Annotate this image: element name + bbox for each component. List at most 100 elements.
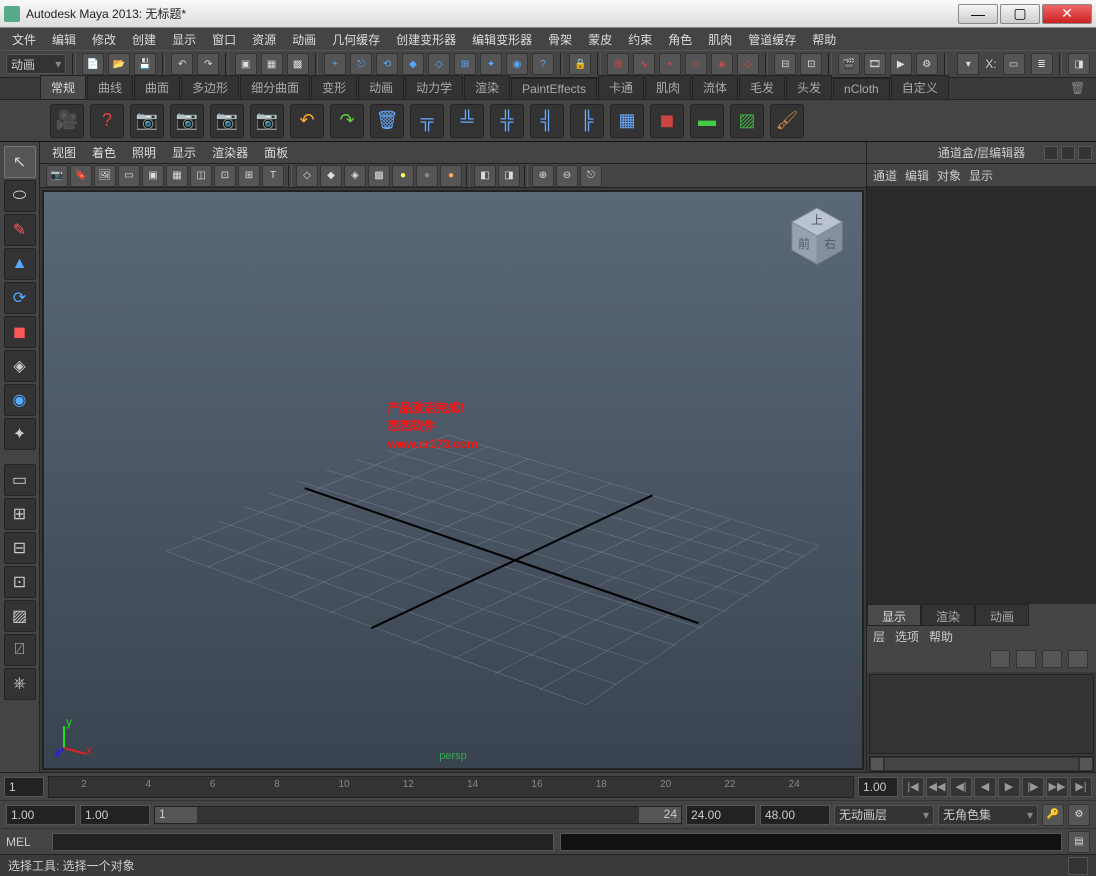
shelf-delete-icon[interactable]: 🗑 bbox=[370, 104, 404, 138]
shelf-cam1-icon[interactable]: 📷 bbox=[130, 104, 164, 138]
open-scene-icon[interactable]: 📂 bbox=[108, 53, 130, 75]
pb-iso-icon[interactable]: ◧ bbox=[474, 165, 496, 187]
prefs-icon[interactable]: ⚙ bbox=[1068, 804, 1090, 826]
menu-constrain[interactable]: 约束 bbox=[622, 29, 658, 50]
menu-animate[interactable]: 动画 bbox=[286, 29, 322, 50]
mask-2-icon[interactable]: ⎋ bbox=[350, 53, 372, 75]
select-comp-icon[interactable]: ▩ bbox=[287, 53, 309, 75]
show-manip-tool[interactable]: ✦ bbox=[4, 418, 36, 450]
shelf-tab-muscle[interactable]: 肌肉 bbox=[645, 75, 691, 99]
rotate-tool[interactable]: ⟳ bbox=[4, 282, 36, 314]
panel-toggle-icon[interactable]: ◨ bbox=[1068, 53, 1090, 75]
menu-skeleton[interactable]: 骨架 bbox=[542, 29, 578, 50]
shelf-trash-icon[interactable]: 🗑 bbox=[1070, 81, 1090, 99]
pb-vp2-icon[interactable]: ⊖ bbox=[556, 165, 578, 187]
layer-menu-help[interactable]: 帮助 bbox=[929, 628, 953, 645]
panel-renderer[interactable]: 渲染器 bbox=[206, 142, 254, 163]
render-frame-icon[interactable]: 🎞 bbox=[864, 53, 886, 75]
pb-xray-icon[interactable]: ◨ bbox=[498, 165, 520, 187]
next-frame-button[interactable]: |▶ bbox=[1022, 777, 1044, 797]
playback-start-field[interactable]: 1.00 bbox=[80, 805, 150, 825]
menu-file[interactable]: 文件 bbox=[6, 29, 42, 50]
shelf-cam4-icon[interactable]: 📷 bbox=[250, 104, 284, 138]
save-scene-icon[interactable]: 💾 bbox=[134, 53, 156, 75]
list-icon[interactable]: ≣ bbox=[1031, 53, 1053, 75]
panel-lighting[interactable]: 照明 bbox=[126, 142, 162, 163]
shelf-tab-subdiv[interactable]: 细分曲面 bbox=[240, 75, 310, 99]
mask-3-icon[interactable]: ⟲ bbox=[376, 53, 398, 75]
shelf-undo-icon[interactable]: ↶ bbox=[290, 104, 324, 138]
mask-5-icon[interactable]: ◇ bbox=[428, 53, 450, 75]
anim-layer-combo[interactable]: 无动画层 bbox=[834, 805, 934, 825]
layout-four-icon[interactable]: ⊞ bbox=[4, 498, 36, 530]
shelf-tab-polygons[interactable]: 多边形 bbox=[181, 75, 239, 99]
snap-grid-icon[interactable]: ⊞ bbox=[607, 53, 629, 75]
rp-icon3[interactable] bbox=[1078, 146, 1092, 160]
layout-script-icon[interactable]: ⎈ bbox=[4, 668, 36, 700]
history-on-icon[interactable]: ⊟ bbox=[774, 53, 796, 75]
snap-live-icon[interactable]: ◈ bbox=[711, 53, 733, 75]
layout-outliner-icon[interactable]: ⊡ bbox=[4, 566, 36, 598]
anim-end-field[interactable]: 48.00 bbox=[760, 805, 830, 825]
input-mode-icon[interactable]: ▾ bbox=[957, 53, 979, 75]
menu-skin[interactable]: 蒙皮 bbox=[582, 29, 618, 50]
menu-assets[interactable]: 资源 bbox=[246, 29, 282, 50]
pb-bookmark-icon[interactable]: 🔖 bbox=[70, 165, 92, 187]
pb-safe-icon[interactable]: ⊡ bbox=[214, 165, 236, 187]
perspective-viewport[interactable]: 上 前 右 产品激活完成！ 西西软件 www.cr173.com y x z p… bbox=[42, 190, 864, 770]
snap-curve-icon[interactable]: ∿ bbox=[633, 53, 655, 75]
anim-start-field[interactable]: 1.00 bbox=[6, 805, 76, 825]
pb-img-icon[interactable]: 🖼 bbox=[94, 165, 116, 187]
panel-shading[interactable]: 着色 bbox=[86, 142, 122, 163]
minimize-button[interactable]: — bbox=[958, 4, 998, 24]
snap-point-icon[interactable]: • bbox=[659, 53, 681, 75]
shelf-tab-custom[interactable]: 自定义 bbox=[891, 75, 949, 99]
mode-combo[interactable]: 动画 bbox=[6, 54, 66, 74]
pb-tex-icon[interactable]: ▩ bbox=[368, 165, 390, 187]
select-hier-icon[interactable]: ▣ bbox=[235, 53, 257, 75]
pb-wire-icon[interactable]: ◇ bbox=[296, 165, 318, 187]
shelf-cube-icon[interactable]: ◼ bbox=[650, 104, 684, 138]
soft-mod-tool[interactable]: ◉ bbox=[4, 384, 36, 416]
snap-plane-icon[interactable]: ▱ bbox=[685, 53, 707, 75]
play-fwd-button[interactable]: ▶ bbox=[998, 777, 1020, 797]
rp-icon2[interactable] bbox=[1061, 146, 1075, 160]
pb-ortho-icon[interactable]: T bbox=[262, 165, 284, 187]
panel-view[interactable]: 视图 bbox=[46, 142, 82, 163]
shelf-cam2-icon[interactable]: 📷 bbox=[170, 104, 204, 138]
channel-tab-show[interactable]: 显示 bbox=[969, 167, 993, 184]
channel-tab-channels[interactable]: 通道 bbox=[873, 167, 897, 184]
layer-scrollbar[interactable] bbox=[869, 756, 1094, 772]
scroll-right-icon[interactable] bbox=[1079, 757, 1093, 771]
mask-1-icon[interactable]: + bbox=[324, 53, 346, 75]
layer-add-icon[interactable] bbox=[1042, 650, 1062, 668]
script-editor-icon[interactable]: ▤ bbox=[1068, 831, 1090, 853]
menu-muscle[interactable]: 肌肉 bbox=[702, 29, 738, 50]
shelf-tab-surfaces[interactable]: 曲面 bbox=[134, 75, 180, 99]
layer-tab-render[interactable]: 渲染 bbox=[921, 604, 975, 626]
pb-2d-icon[interactable]: ▭ bbox=[118, 165, 140, 187]
undo-icon[interactable]: ↶ bbox=[171, 53, 193, 75]
mask-9-icon[interactable]: ? bbox=[532, 53, 554, 75]
layer-sel-icon[interactable] bbox=[1016, 650, 1036, 668]
layer-menu-options[interactable]: 选项 bbox=[895, 628, 919, 645]
select-tool[interactable]: ↖ bbox=[4, 146, 36, 178]
shelf-tab-hair[interactable]: 头发 bbox=[786, 75, 832, 99]
menu-pipeline[interactable]: 管道缓存 bbox=[742, 29, 802, 50]
layer-menu-layers[interactable]: 层 bbox=[873, 628, 885, 645]
shelf-shade-icon[interactable]: ▨ bbox=[730, 104, 764, 138]
layer-tab-anim[interactable]: 动画 bbox=[975, 604, 1029, 626]
redo-icon[interactable]: ↷ bbox=[197, 53, 219, 75]
scroll-left-icon[interactable] bbox=[870, 757, 884, 771]
menu-help[interactable]: 帮助 bbox=[806, 29, 842, 50]
shelf-tab-general[interactable]: 常规 bbox=[40, 75, 86, 99]
shelf-tab-curves[interactable]: 曲线 bbox=[87, 75, 133, 99]
channel-tab-object[interactable]: 对象 bbox=[937, 167, 961, 184]
char-set-combo[interactable]: 无角色集 bbox=[938, 805, 1038, 825]
shelf-hier3-icon[interactable]: ╬ bbox=[490, 104, 524, 138]
channel-tab-edit[interactable]: 编辑 bbox=[905, 167, 929, 184]
paint-select-tool[interactable]: ✎ bbox=[4, 214, 36, 246]
snap-2-icon[interactable]: ◇ bbox=[737, 53, 759, 75]
move-tool[interactable]: ▲ bbox=[4, 248, 36, 280]
shelf-help-icon[interactable]: ? bbox=[90, 104, 124, 138]
